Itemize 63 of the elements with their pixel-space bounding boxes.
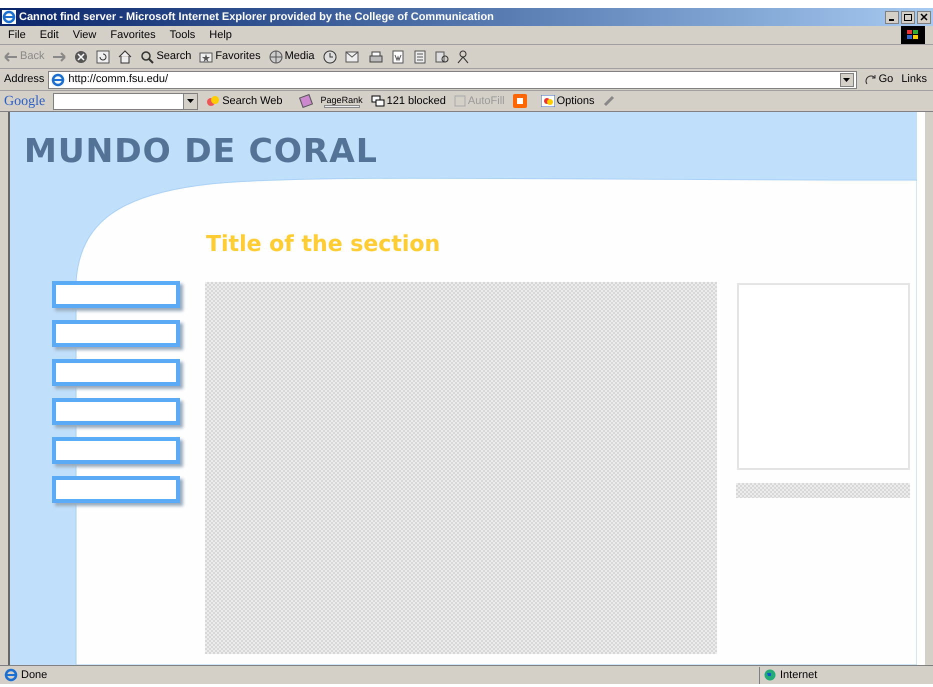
windows-logo-icon	[901, 26, 925, 44]
refresh-button[interactable]	[96, 50, 110, 64]
go-button[interactable]: Go	[860, 71, 898, 88]
address-label: Address	[4, 72, 44, 88]
scrollbar[interactable]	[925, 112, 933, 665]
globe-icon	[268, 50, 283, 64]
print-button[interactable]	[368, 50, 383, 64]
history-button[interactable]	[322, 50, 337, 64]
favorites-button[interactable]: Favorites	[199, 48, 261, 65]
options-button[interactable]: Options	[540, 92, 595, 110]
media-button[interactable]: Media	[268, 48, 315, 65]
dropdown-icon[interactable]	[840, 72, 854, 86]
notes-icon	[412, 50, 427, 64]
home-icon	[118, 50, 132, 64]
google-search-field[interactable]	[53, 92, 198, 110]
star-folder-icon	[199, 50, 214, 64]
stop-button[interactable]	[74, 50, 88, 64]
window-title: Cannot find server - Microsoft Internet Explorer provided by the College of Communication	[19, 10, 495, 25]
pagerank-meter: PageRank	[320, 94, 363, 108]
refresh-icon	[96, 50, 110, 64]
windows-icon	[370, 95, 385, 107]
globe-icon	[764, 669, 776, 681]
close-icon	[920, 13, 928, 21]
document-icon	[390, 50, 405, 64]
menu-item[interactable]: File	[8, 26, 26, 44]
close-button[interactable]	[917, 10, 931, 24]
page-icon	[4, 668, 18, 682]
mail-button[interactable]	[344, 50, 361, 64]
maximize-button[interactable]	[901, 10, 915, 24]
browser-icon	[2, 10, 16, 24]
address-field[interactable]: http://comm.fsu.edu/	[48, 70, 857, 88]
search-icon	[140, 50, 154, 64]
printer-icon	[368, 50, 383, 64]
google-menu-button[interactable]: Google	[4, 90, 46, 112]
site-title: MUNDO DE CORAL	[24, 130, 378, 172]
section-title: Title of the section	[206, 231, 440, 259]
status-text: Done	[21, 668, 48, 683]
menu-item[interactable]: View	[72, 26, 96, 44]
menu-item[interactable]: Help	[209, 26, 232, 44]
person-icon	[456, 50, 469, 64]
menu-item[interactable]: Tools	[170, 26, 196, 44]
messenger-button[interactable]	[456, 50, 469, 64]
edit-button[interactable]	[390, 50, 405, 64]
minimize-button[interactable]	[885, 10, 899, 24]
options-icon	[540, 95, 555, 107]
page-icon	[51, 72, 66, 86]
dropdown-icon[interactable]	[183, 94, 198, 108]
curved-arrow-icon	[864, 74, 877, 86]
security-zone: Internet	[759, 666, 929, 684]
popup-blocker-button[interactable]: 121 blocked	[370, 92, 446, 110]
forward-arrow-icon	[52, 52, 66, 62]
clock-icon	[322, 50, 337, 64]
menu-item[interactable]: Favorites	[110, 26, 156, 44]
maximize-icon	[904, 13, 912, 21]
links-button[interactable]: Links	[901, 71, 929, 88]
menu-item[interactable]: Edit	[40, 26, 59, 44]
mail-icon	[344, 50, 361, 64]
home-button[interactable]	[118, 50, 132, 64]
stop-icon	[74, 50, 88, 64]
discuss-button[interactable]	[412, 50, 427, 64]
search-button[interactable]: Search	[140, 48, 192, 65]
back-arrow-icon	[4, 52, 18, 62]
search-web-button[interactable]: Search Web	[206, 92, 283, 110]
